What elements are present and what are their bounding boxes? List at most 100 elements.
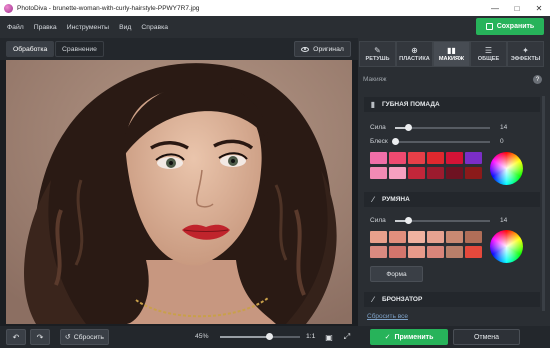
lipstick-swatch-10[interactable]	[427, 167, 444, 179]
lipstick-swatch-8[interactable]	[389, 167, 406, 179]
fit-screen-button[interactable]: ▣	[322, 329, 336, 345]
undo-button[interactable]: ↶	[6, 329, 26, 345]
menu-file[interactable]: Файл	[7, 24, 24, 31]
lipstick-section-header[interactable]: ▮ ГУБНАЯ ПОМАДА	[364, 97, 540, 112]
blush-color-wheel[interactable]	[490, 230, 523, 263]
lipstick-swatch-5[interactable]	[446, 152, 463, 164]
menu-tools[interactable]: Инструменты	[67, 24, 109, 31]
app-logo-icon	[4, 3, 13, 13]
tab-makeup[interactable]: ▮▮ МАКИЯЖ	[433, 41, 470, 67]
apply-button[interactable]: ✓ Применить	[370, 329, 448, 345]
lipstick-swatch-1[interactable]	[370, 152, 387, 164]
tab-effects-label: ЭФФЕКТЫ	[510, 56, 541, 62]
tab-general[interactable]: ☰ ОБЩЕЕ	[470, 41, 507, 67]
save-label: Сохранить	[496, 23, 535, 30]
tab-plastic[interactable]: ⊕ ПЛАСТИКА	[396, 41, 433, 67]
blush-strength-label: Сила	[370, 217, 386, 224]
fullscreen-icon: ⤢	[343, 332, 351, 341]
original-button[interactable]: Оригинал	[294, 41, 351, 57]
photo-canvas[interactable]	[6, 60, 352, 324]
blush-swatch-8[interactable]	[389, 246, 406, 258]
blush-swatch-6[interactable]	[465, 231, 482, 243]
save-button[interactable]: Сохранить	[476, 18, 544, 35]
sliders-icon: ☰	[484, 46, 493, 55]
title-bar: PhotoDiva - brunette-woman-with-curly-ha…	[0, 0, 550, 16]
blush-title: РУМЯНА	[382, 196, 410, 203]
lipstick-icon: ▮	[370, 100, 376, 109]
portrait-image	[6, 60, 352, 324]
tab-plastic-label: ПЛАСТИКА	[399, 56, 430, 62]
lipstick-swatch-9[interactable]	[408, 167, 425, 179]
blush-swatch-5[interactable]	[446, 231, 463, 243]
tab-processing[interactable]: Обработка	[6, 41, 55, 57]
menu-view[interactable]: Вид	[119, 24, 131, 31]
cancel-button[interactable]: Отмена	[453, 329, 520, 345]
close-icon[interactable]: ✕	[528, 0, 550, 16]
blush-swatch-2[interactable]	[389, 231, 406, 243]
lipstick-strength-label: Сила	[370, 124, 386, 131]
menu-help[interactable]: Справка	[141, 24, 168, 31]
lipstick-color-wheel[interactable]	[490, 152, 523, 185]
redo-button[interactable]: ↷	[30, 329, 50, 345]
lipstick-icon: ▮▮	[447, 46, 456, 55]
brush-icon: ✎	[374, 46, 381, 55]
lipstick-title: ГУБНАЯ ПОМАДА	[382, 101, 440, 108]
lipstick-gloss-label: Блеск	[370, 138, 388, 145]
bronzer-title: БРОНЗАТОР	[382, 296, 423, 303]
blush-swatch-9[interactable]	[408, 246, 425, 258]
undo-icon: ↶	[12, 332, 20, 342]
reset-label: Сбросить	[73, 333, 104, 341]
reset-all-link[interactable]: Сбросить все	[367, 313, 408, 320]
fit-screen-icon: ▣	[325, 332, 333, 342]
bronzer-brush-icon: ∕	[372, 295, 374, 304]
maximize-icon[interactable]: □	[506, 0, 528, 16]
lipstick-swatch-4[interactable]	[427, 152, 444, 164]
lipstick-swatch-6[interactable]	[465, 152, 482, 164]
lipstick-gloss-knob[interactable]	[391, 138, 399, 145]
tab-retouch[interactable]: ✎ РЕТУШЬ	[359, 41, 396, 67]
lipstick-gloss-slider[interactable]	[391, 138, 490, 145]
lipstick-strength-slider[interactable]	[395, 124, 490, 131]
lipstick-swatch-2[interactable]	[389, 152, 406, 164]
blush-swatch-10[interactable]	[427, 246, 444, 258]
help-icon[interactable]: ?	[533, 75, 542, 84]
crosshair-icon: ⊕	[411, 46, 418, 55]
reset-button[interactable]: ↺ Сбросить	[60, 329, 109, 345]
fullscreen-button[interactable]: ⤢	[340, 329, 354, 345]
lipstick-swatch-12[interactable]	[465, 167, 482, 179]
blush-strength-slider[interactable]	[395, 217, 490, 224]
blush-swatch-1[interactable]	[370, 231, 387, 243]
blush-swatch-7[interactable]	[370, 246, 387, 258]
apply-check-icon: ✓	[384, 334, 391, 341]
tab-compare-label: Сравнение	[62, 45, 97, 53]
zoom-level: 45%	[195, 333, 209, 340]
menu-edit[interactable]: Правка	[34, 24, 57, 31]
shape-label: Форма	[386, 270, 407, 278]
apply-label: Применить	[394, 333, 434, 341]
lipstick-strength-knob[interactable]	[404, 124, 412, 131]
scrollbar[interactable]	[542, 96, 545, 311]
blush-swatch-12[interactable]	[465, 246, 482, 258]
blush-strength-knob[interactable]	[404, 217, 412, 224]
blush-swatch-3[interactable]	[408, 231, 425, 243]
tab-compare[interactable]: Сравнение	[55, 41, 104, 57]
lipstick-swatch-7[interactable]	[370, 167, 387, 179]
shape-button[interactable]: Форма	[370, 266, 423, 282]
blush-swatch-11[interactable]	[446, 246, 463, 258]
section-header: Макияж	[363, 76, 387, 83]
lipstick-swatch-11[interactable]	[446, 167, 463, 179]
minimize-icon[interactable]: —	[484, 0, 506, 16]
zoom-slider[interactable]	[220, 333, 300, 340]
actual-size-button[interactable]: 1:1	[306, 333, 315, 340]
blush-brush-icon: ∕	[372, 195, 374, 204]
blush-swatch-4[interactable]	[427, 231, 444, 243]
tools-panel	[358, 38, 550, 326]
tab-retouch-label: РЕТУШЬ	[365, 56, 390, 62]
tab-general-label: ОБЩЕЕ	[477, 56, 500, 62]
lipstick-swatch-3[interactable]	[408, 152, 425, 164]
effects-icon: ✦	[522, 46, 529, 55]
tab-effects[interactable]: ✦ ЭФФЕКТЫ	[507, 41, 544, 67]
tab-makeup-label: МАКИЯЖ	[438, 56, 465, 62]
blush-section-header[interactable]: ∕ РУМЯНА	[364, 192, 540, 207]
bronzer-section-header[interactable]: ∕ БРОНЗАТОР	[364, 292, 540, 307]
